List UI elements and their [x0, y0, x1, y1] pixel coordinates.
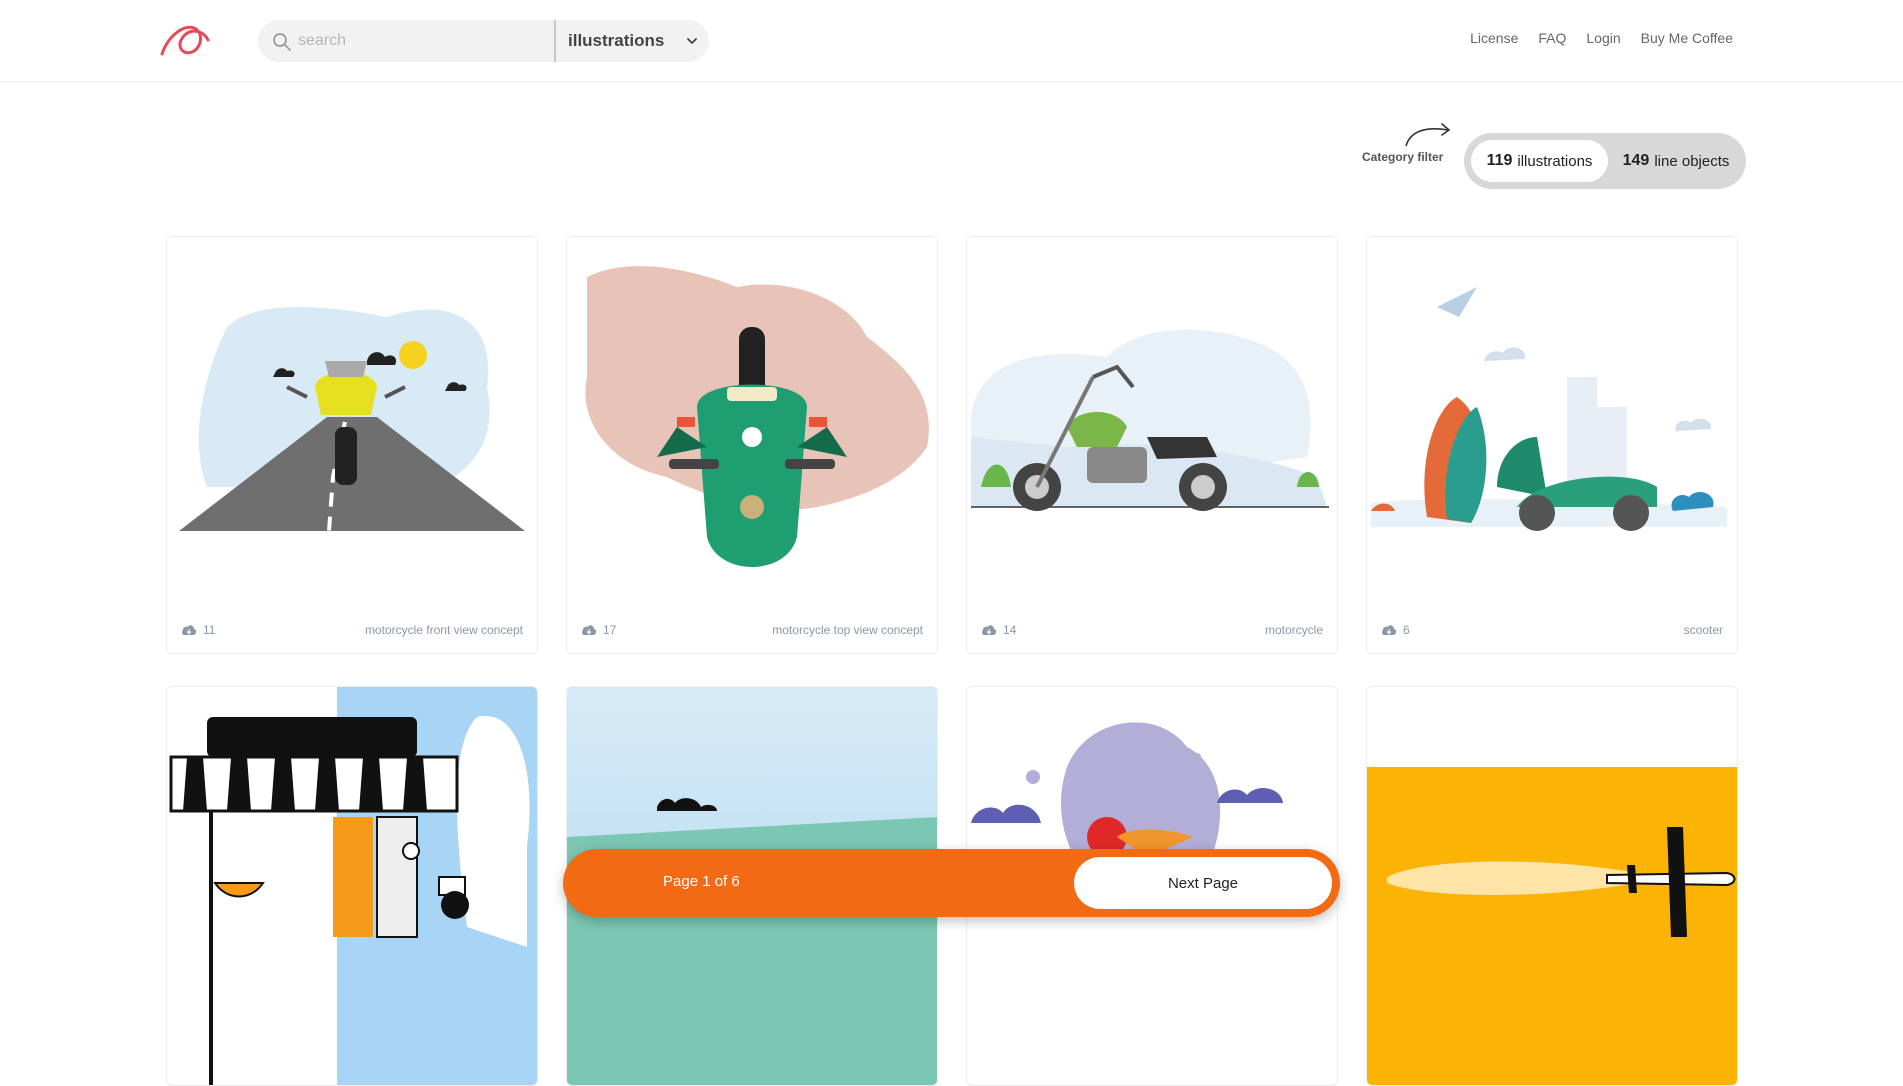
cloud-download-icon: [1381, 625, 1397, 635]
nav-license-link[interactable]: License: [1470, 30, 1518, 46]
top-header: illustrations License FAQ Login Buy Me C…: [0, 0, 1903, 82]
card-title[interactable]: scooter: [1684, 623, 1723, 637]
search-divider: [554, 20, 556, 62]
cloud-download-icon: [581, 625, 597, 635]
illustration-card[interactable]: 11 motorcycle front view concept: [166, 236, 538, 654]
search-input[interactable]: [298, 25, 548, 57]
category-select[interactable]: illustrations: [568, 20, 704, 62]
card-title[interactable]: motorcycle front view concept: [365, 623, 523, 637]
logo-icon[interactable]: [158, 18, 210, 60]
illustration-image: [1371, 287, 1727, 531]
download-count: 17: [581, 623, 616, 637]
card-title[interactable]: motorcycle top view concept: [772, 623, 923, 637]
filter-illustrations-count: 119: [1486, 152, 1513, 169]
download-count-value: 11: [203, 623, 216, 637]
nav-faq-link[interactable]: FAQ: [1538, 30, 1566, 46]
category-select-value: illustrations: [568, 31, 665, 50]
top-nav: License FAQ Login Buy Me Coffee: [1470, 30, 1733, 46]
search-icon: [273, 33, 291, 51]
nav-buy-me-coffee-link[interactable]: Buy Me Coffee: [1641, 30, 1733, 46]
cloud-download-icon: [181, 625, 197, 635]
cloud-download-icon: [981, 625, 997, 635]
download-count-value: 17: [603, 623, 617, 637]
illustration-card[interactable]: 17 motorcycle top view concept: [566, 236, 938, 654]
curved-arrow-icon: [1405, 123, 1451, 147]
card-title[interactable]: motorcycle: [1265, 623, 1323, 637]
illustration-image: [169, 687, 537, 1085]
next-page-button[interactable]: Next Page: [1074, 857, 1332, 909]
category-filter-label: Category filter: [1362, 150, 1444, 164]
illustration-card[interactable]: 14 motorcycle: [966, 236, 1338, 654]
illustration-image: [1367, 767, 1737, 1085]
page-indicator: Page 1 of 6: [663, 873, 740, 890]
search-bar: illustrations: [258, 20, 709, 62]
pagination-bar: Page 1 of 6 Next Page: [563, 849, 1340, 917]
download-count: 6: [1381, 623, 1410, 637]
filter-illustrations-option[interactable]: 119 illustrations: [1471, 140, 1608, 182]
illustration-image: [971, 329, 1329, 511]
chevron-down-icon: [687, 38, 697, 44]
filter-line-objects-count: 149: [1622, 152, 1650, 169]
illustration-image: [585, 266, 929, 567]
filter-line-objects-option[interactable]: 149 line objects: [1612, 140, 1740, 182]
illustration-card[interactable]: 6 scooter: [1366, 236, 1738, 654]
filter-illustrations-label: illustrations: [1517, 152, 1593, 170]
download-count: 11: [181, 623, 215, 637]
category-filter-toggle: 119 illustrations 149 line objects: [1464, 133, 1746, 189]
filter-line-objects-label: line objects: [1654, 152, 1730, 170]
download-count: 14: [981, 623, 1016, 637]
illustration-image: [179, 307, 525, 532]
nav-login-link[interactable]: Login: [1586, 30, 1620, 46]
download-count-value: 14: [1003, 623, 1017, 637]
illustration-card[interactable]: [166, 686, 538, 1086]
download-count-value: 6: [1403, 623, 1410, 637]
illustration-card[interactable]: [1366, 686, 1738, 1086]
